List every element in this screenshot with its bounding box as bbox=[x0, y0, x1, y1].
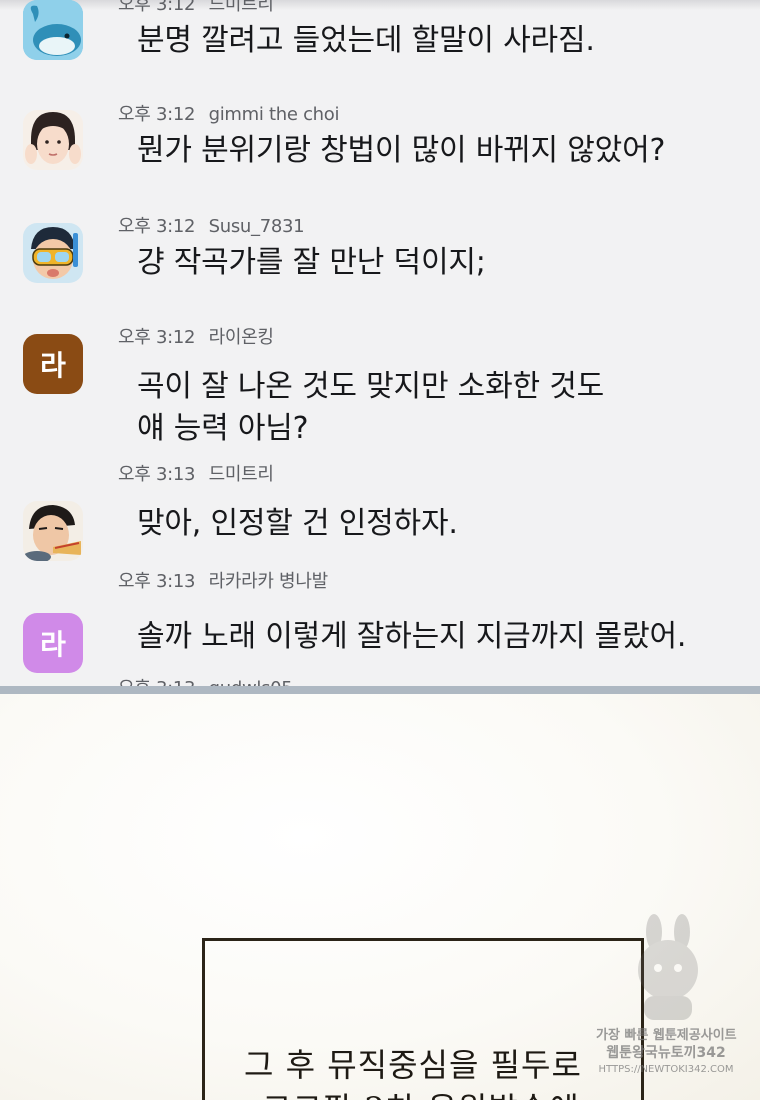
whale-avatar[interactable] bbox=[23, 0, 83, 60]
message-time: 오후 3:12 bbox=[118, 104, 196, 125]
message-username[interactable]: 라이온킹 bbox=[209, 327, 274, 348]
watermark-line: 가장 빠른 웹툰제공사이트 bbox=[596, 1028, 737, 1043]
message-username[interactable]: 드미트리 bbox=[209, 0, 274, 15]
rabbit-mascot-icon bbox=[638, 914, 698, 1020]
message-text: 솔까 노래 이렇게 잘하는지 지금까지 몰랐어. bbox=[137, 619, 687, 654]
message-meta: 오후 3:13 드미트리 bbox=[118, 460, 274, 486]
narration-line: 그 후 뮤직중심을 필두로 bbox=[244, 1046, 582, 1084]
message-meta: 오후 3:12 라이온킹 bbox=[118, 323, 274, 349]
message-time: 오후 3:12 bbox=[118, 327, 196, 348]
message-meta: 오후 3:13 라카라카 병나발 bbox=[118, 567, 328, 593]
snorkel-boy-icon bbox=[23, 223, 83, 283]
message-time: 오후 3:13 bbox=[118, 464, 196, 485]
message-text: 분명 깔려고 들었는데 할말이 사라짐. bbox=[137, 23, 595, 58]
message-text: 곡이 잘 나온 것도 맞지만 소화한 것도 얘 능력 아님? bbox=[137, 369, 605, 446]
woman-face-icon bbox=[23, 110, 83, 170]
message-username[interactable]: 라카라카 병나발 bbox=[209, 571, 329, 592]
message-time: 오후 3:13 bbox=[118, 571, 196, 592]
message-text: 걍 작곡가를 잘 만난 덕이지; bbox=[137, 245, 486, 280]
message-username[interactable]: gimmi the choi bbox=[209, 104, 340, 125]
watermark-line: HTTPS://NEWTOKI342.COM bbox=[598, 1064, 734, 1075]
top-shadow bbox=[0, 0, 760, 10]
comic-panel: 그 후 뮤직중심을 필두로 코코팝 2차 음원발송에 가장 빠른 웹툰제공사이트… bbox=[0, 694, 760, 1100]
chat-panel: 오후 3:12 드미트리 분명 깔려고 들었는데 할말이 사라짐. 오후 3:1… bbox=[0, 0, 760, 688]
watermark-line: 웹툰왕국뉴토끼342 bbox=[606, 1045, 726, 1061]
panel-divider bbox=[0, 686, 760, 694]
avatar-letter: 라 bbox=[40, 628, 66, 661]
message-username[interactable]: Susu_7831 bbox=[209, 216, 305, 237]
site-watermark: 가장 빠른 웹툰제공사이트 웹툰왕국뉴토끼342 HTTPS://NEWTOKI… bbox=[596, 914, 737, 1084]
message-text: 뭔가 분위기랑 창법이 많이 바뀌지 않았어? bbox=[137, 133, 666, 168]
message-meta: 오후 3:12 gimmi the choi bbox=[118, 100, 340, 126]
avatar-letter: 라 bbox=[40, 349, 66, 382]
letter-avatar[interactable]: 라 bbox=[23, 334, 83, 394]
narration-line: 코코팝 2차 음원발송에 bbox=[262, 1084, 580, 1100]
letter-avatar[interactable]: 라 bbox=[23, 613, 83, 673]
message-meta: 오후 3:12 Susu_7831 bbox=[118, 212, 305, 238]
message-text: 맞아, 인정할 건 인정하자. bbox=[137, 506, 458, 541]
man-eating-icon bbox=[23, 501, 83, 561]
message-time: 오후 3:12 bbox=[118, 0, 196, 15]
man-eating-avatar[interactable] bbox=[23, 501, 83, 561]
snorkel-avatar[interactable] bbox=[23, 223, 83, 283]
message-meta: 오후 3:12 드미트리 bbox=[118, 0, 274, 16]
whale-icon bbox=[23, 0, 83, 60]
message-username[interactable]: 드미트리 bbox=[209, 464, 274, 485]
woman-avatar[interactable] bbox=[23, 110, 83, 170]
message-time: 오후 3:12 bbox=[118, 216, 196, 237]
